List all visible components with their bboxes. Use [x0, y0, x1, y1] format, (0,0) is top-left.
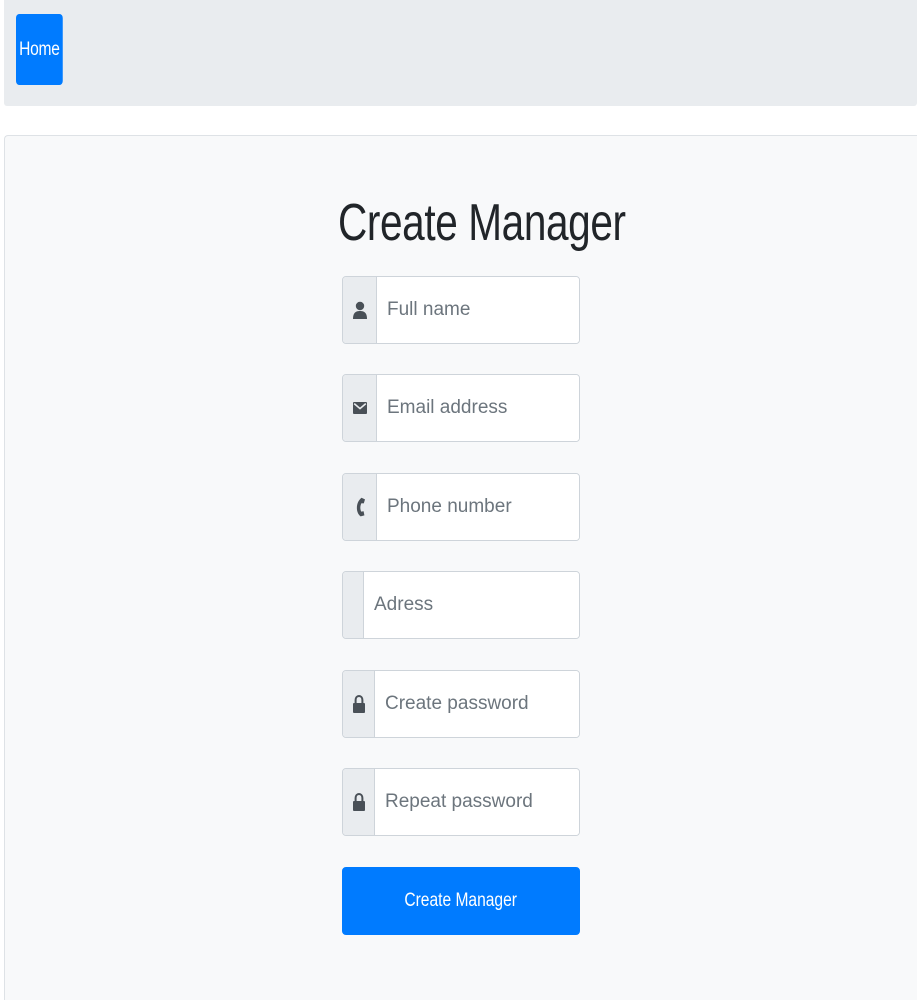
phone-icon	[356, 497, 365, 517]
email-input[interactable]	[377, 375, 579, 441]
page-title: Create Manager	[338, 194, 626, 252]
email-group	[342, 374, 580, 442]
email-addon	[343, 375, 377, 441]
address-addon	[343, 572, 364, 638]
create-manager-button-label: Create Manager	[404, 890, 518, 911]
lock-icon	[352, 695, 365, 713]
create-password-group	[342, 670, 580, 738]
envelope-icon	[352, 402, 367, 414]
create-manager-button[interactable]: Create Manager	[342, 867, 580, 935]
repeat-password-input[interactable]	[375, 769, 579, 835]
repeat-password-addon	[343, 769, 375, 835]
phone-input[interactable]	[377, 474, 579, 540]
address-input[interactable]	[364, 572, 579, 638]
user-icon	[352, 301, 367, 319]
repeat-password-group	[342, 768, 580, 836]
address-group	[342, 571, 580, 639]
full-name-input[interactable]	[377, 277, 579, 343]
phone-addon	[343, 474, 377, 540]
phone-group	[342, 473, 580, 541]
lock-icon	[352, 793, 365, 811]
full-name-addon	[343, 277, 377, 343]
create-password-input[interactable]	[375, 671, 579, 737]
top-navbar: Home	[4, 0, 917, 106]
create-password-addon	[343, 671, 375, 737]
full-name-group	[342, 276, 580, 344]
home-button[interactable]: Home	[16, 14, 63, 85]
home-button-label: Home	[19, 38, 60, 60]
